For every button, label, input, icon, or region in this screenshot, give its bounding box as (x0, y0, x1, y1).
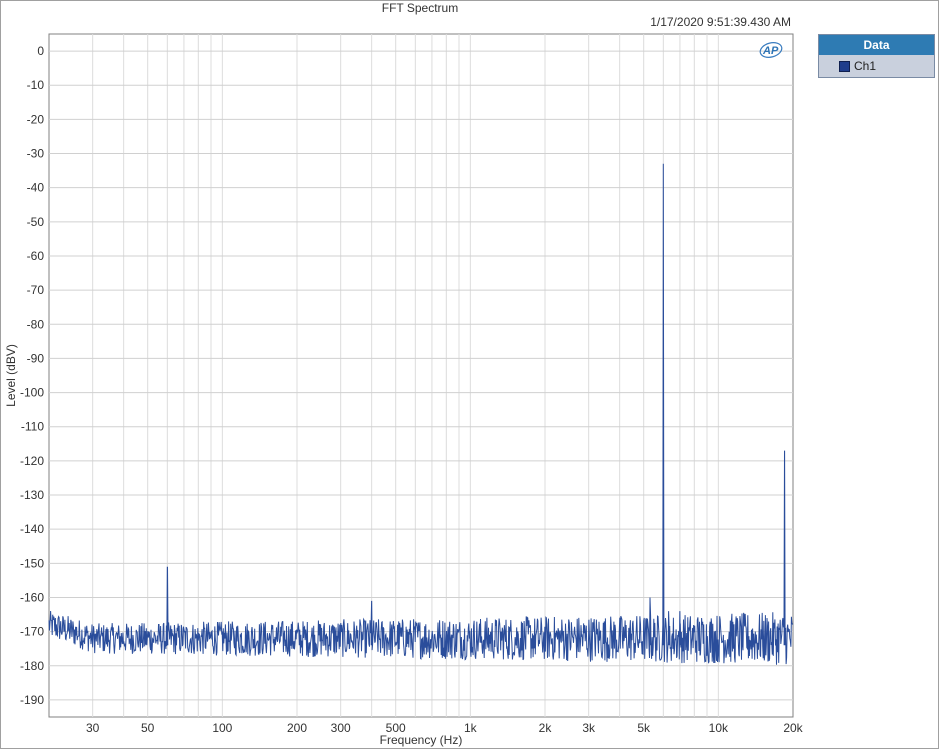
y-tick-label: -150 (20, 556, 44, 570)
x-tick-label: 50 (141, 721, 155, 735)
fft-plot[interactable]: 0 -10 -20 -30 -40 -50 -60 -70 -80 -90 -100 -110 -120… (0, 0, 939, 749)
y-tick-label: 0 (37, 44, 44, 58)
y-tick-label: -40 (27, 181, 45, 195)
y-tick-label: -80 (27, 317, 45, 331)
y-tick-label: -50 (27, 215, 45, 229)
x-tick-label: 5k (637, 721, 651, 735)
x-tick-label: 2k (539, 721, 553, 735)
x-tick-label: 10k (709, 721, 729, 735)
y-tick-label: -100 (20, 386, 44, 400)
y-tick-label: -180 (20, 659, 44, 673)
y-tick-label: -10 (27, 78, 45, 92)
x-tick-label: 100 (212, 721, 232, 735)
y-tick-label: -160 (20, 590, 44, 604)
y-tick-label: -110 (21, 420, 44, 434)
legend-swatch (839, 60, 850, 72)
x-tick-label: 20k (783, 721, 803, 735)
y-tick-label: -170 (20, 625, 44, 639)
legend-item-ch1[interactable]: Ch1 (819, 55, 934, 77)
x-tick-label: 200 (287, 721, 307, 735)
ap-logo-icon: AP (759, 42, 783, 58)
y-axis-label: Level (dBV) (4, 344, 18, 407)
y-tick-label: -20 (27, 112, 45, 126)
y-tick-label: -30 (27, 147, 45, 161)
legend-panel[interactable]: Data Ch1 (818, 34, 935, 78)
y-tick-label: -60 (27, 249, 45, 263)
legend-label: Ch1 (854, 59, 877, 73)
x-tick-label: 30 (86, 721, 100, 735)
y-tick-label: -70 (27, 283, 45, 297)
y-tick-label: -90 (27, 351, 45, 365)
y-tick-label: -140 (20, 522, 44, 536)
x-axis-label: Frequency (Hz) (380, 733, 463, 747)
plot-area (48, 33, 794, 718)
y-tick-label: -130 (20, 488, 44, 502)
x-tick-label: 300 (331, 721, 351, 735)
y-tick-label: -190 (20, 693, 44, 707)
x-tick-label: 3k (582, 721, 596, 735)
ap-logo-text: AP (762, 45, 779, 57)
x-tick-label: 1k (464, 721, 478, 735)
y-tick-label: -120 (20, 454, 44, 468)
legend-header: Data (819, 35, 934, 55)
